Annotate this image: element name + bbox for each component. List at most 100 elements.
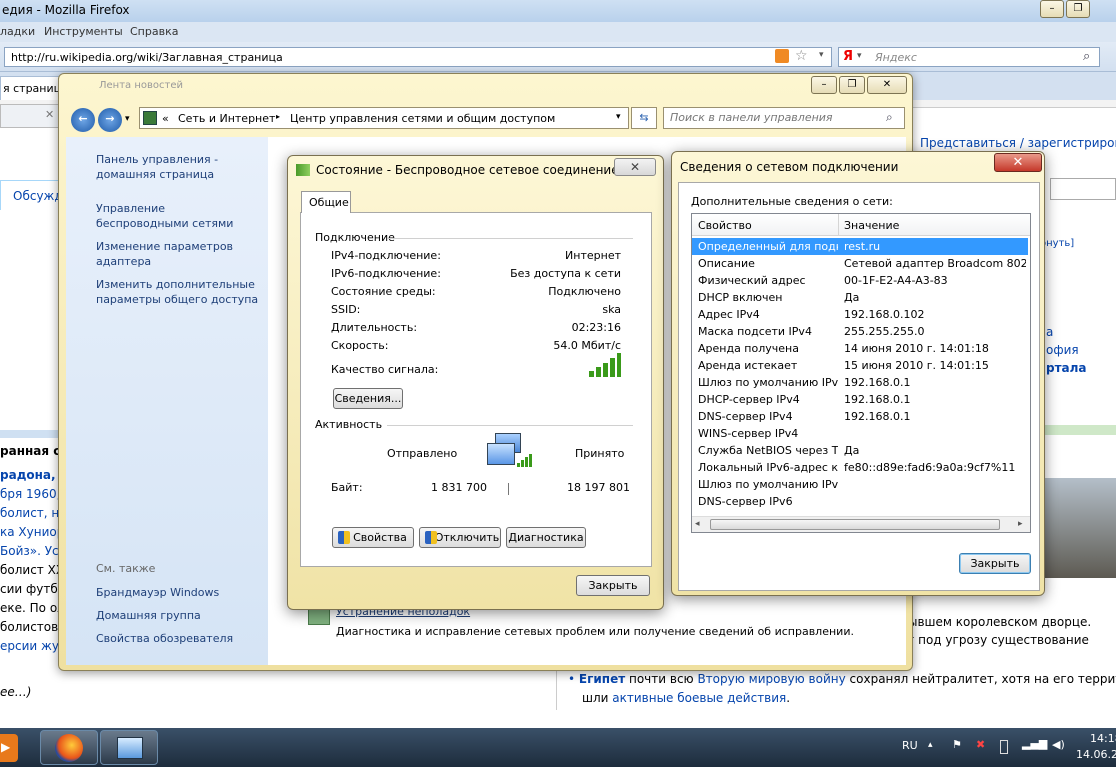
scroll-right-icon[interactable]: ▸	[1018, 519, 1023, 529]
breadcrumb-network-internet[interactable]: Сеть и Интернет	[178, 112, 275, 125]
col-property[interactable]: Свойство	[698, 219, 752, 232]
properties-button[interactable]: Свойства	[332, 527, 414, 548]
list-row[interactable]: Определенный для подк... rest.ru	[692, 238, 1028, 255]
back-icon[interactable]: ←	[71, 108, 95, 132]
discuss-tab[interactable]: Обсужд	[13, 189, 63, 203]
list-row[interactable]: Физический адрес 00-1F-E2-A4-A3-83	[692, 272, 1028, 289]
list-row[interactable]: Служба NetBIOS через Т... Да	[692, 442, 1028, 459]
clock-date[interactable]: 14.06.20	[1076, 748, 1116, 761]
left-line[interactable]: Бойз». Ус	[0, 544, 59, 558]
combat-link[interactable]: активные боевые действия	[612, 691, 786, 705]
tray-action-icon[interactable]: ✖	[976, 738, 985, 751]
ff-minimize-button[interactable]: –	[1040, 0, 1064, 18]
h-scrollbar[interactable]: ◂ ▸	[692, 516, 1030, 532]
cp-title: Лента новостей	[99, 80, 183, 91]
list-row[interactable]: DNS-сервер IPv6	[692, 493, 1028, 510]
language-indicator[interactable]: RU	[902, 739, 918, 752]
yandex-search-input[interactable]: Я ▾ Яндекс ⌕	[838, 47, 1100, 67]
list-row[interactable]: Аренда получена 14 июня 2010 г. 14:01:18	[692, 340, 1028, 357]
list-row[interactable]: Адрес IPv4 192.168.0.102	[692, 306, 1028, 323]
address-bar[interactable]: « Сеть и Интернет ▸ Центр управления сет…	[139, 107, 629, 129]
see-also-inet-options[interactable]: Свойства обозревателя	[96, 631, 233, 646]
list-row[interactable]: DNS-сервер IPv4 192.168.0.1	[692, 408, 1028, 425]
details-close-button[interactable]: Закрыть	[959, 553, 1031, 574]
menu-tools[interactable]: Инструменты	[44, 25, 123, 38]
menu-help[interactable]: Справка	[130, 25, 178, 38]
dropdown-icon[interactable]: ▾	[819, 50, 824, 60]
url-bar[interactable]: http://ru.wikipedia.org/wiki/Заглавная_с…	[4, 47, 832, 67]
ff-maximize-button[interactable]: ❐	[1066, 0, 1090, 18]
left-more[interactable]: ее…)	[0, 685, 31, 699]
list-row[interactable]: DHCP-сервер IPv4 192.168.0.1	[692, 391, 1028, 408]
cp-search-input[interactable]: Поиск в панели управления ⌕	[663, 107, 905, 129]
see-also-firewall[interactable]: Брандмауэр Windows	[96, 585, 219, 600]
row-value: Интернет	[565, 249, 621, 262]
play-icon: ▶	[1, 740, 11, 754]
scroll-thumb[interactable]	[710, 519, 1000, 530]
list-row[interactable]: DHCP включен Да	[692, 289, 1028, 306]
ww2-link[interactable]: Вторую мировую войну	[697, 672, 845, 686]
scroll-left-icon[interactable]: ◂	[695, 519, 700, 529]
sidebar-link-sharing[interactable]: Изменить дополнительные параметры общего…	[96, 277, 261, 307]
status-close-button[interactable]: Закрыть	[576, 575, 650, 596]
refresh-icon[interactable]: ⇆	[631, 107, 657, 129]
menu-bookmarks[interactable]: ладки	[0, 25, 35, 38]
list-row[interactable]: ОписаниеСетевой адаптер Broadcom 802,11g	[692, 255, 1028, 272]
battery-icon[interactable]	[1000, 740, 1008, 754]
status-close-x[interactable]: ✕	[614, 158, 656, 176]
sidebar-link-adapter[interactable]: Изменение параметров адаптера	[96, 239, 256, 269]
cp-search-icon[interactable]: ⌕	[886, 110, 893, 125]
right-link-c[interactable]: ртала	[1046, 361, 1087, 375]
col-value[interactable]: Значение	[844, 219, 899, 232]
address-dropdown-icon[interactable]: ▾	[616, 112, 621, 122]
volume-icon[interactable]: ◀)	[1052, 738, 1065, 751]
cp-maximize-button[interactable]: ❐	[839, 76, 865, 94]
taskbar-control-panel[interactable]	[100, 730, 158, 765]
list-row[interactable]: Маска подсети IPv4 255.255.255.0	[692, 323, 1028, 340]
breadcrumb-network-center[interactable]: Центр управления сетями и общим доступом	[290, 112, 555, 125]
left-line[interactable]: ерсии жур	[0, 639, 67, 653]
list-row[interactable]: Аренда истекает 15 июня 2010 г. 14:01:15	[692, 357, 1028, 374]
egypt-link[interactable]: Египет	[579, 672, 625, 686]
disable-button[interactable]: Отключить	[419, 527, 501, 548]
list-row[interactable]: Шлюз по умолчанию IPv4 192.168.0.1	[692, 374, 1028, 391]
breadcrumb-overflow[interactable]: «	[162, 112, 169, 125]
tray-flag-icon[interactable]: ⚑	[952, 738, 962, 751]
left-line[interactable]: болист, на	[0, 506, 67, 520]
sidebar-link-wireless[interactable]: Управление беспроводными сетями	[96, 201, 261, 231]
cp-minimize-button[interactable]: –	[811, 76, 837, 94]
tab-general[interactable]: Общие	[301, 191, 351, 213]
search-icon[interactable]: ⌕	[1083, 49, 1090, 64]
sidebar-link-home[interactable]: Панель управления - домашняя страница	[96, 152, 256, 182]
ff-tab-2[interactable]: ✕	[0, 104, 60, 128]
diagnose-button[interactable]: Диагностика	[506, 527, 586, 548]
left-line[interactable]: бря 1960,	[0, 487, 60, 501]
list-row[interactable]: Локальный IPv6-адрес к... fe80::d89e:fad6…	[692, 459, 1028, 476]
taskbar-firefox[interactable]	[40, 730, 98, 765]
rss-icon[interactable]	[775, 49, 789, 63]
right-link-a[interactable]: а	[1046, 325, 1053, 339]
tray-expand-icon[interactable]: ▴	[928, 740, 933, 750]
cp-close-button[interactable]: ✕	[867, 76, 907, 94]
wiki-tab[interactable]: я страниц	[0, 76, 64, 100]
start-button[interactable]: ▶	[0, 734, 18, 762]
engine-dropdown-icon[interactable]: ▾	[857, 51, 862, 61]
forward-icon[interactable]: →	[98, 108, 122, 132]
list-row[interactable]: WINS-сервер IPv4	[692, 425, 1028, 442]
clock-time[interactable]: 14:18	[1090, 732, 1116, 745]
right-link-frag[interactable]: онуть]	[1040, 238, 1074, 249]
network-tray-icon[interactable]: ▂▄▆	[1022, 737, 1047, 750]
see-also-homegroup[interactable]: Домашняя группа	[96, 608, 201, 623]
bytes-sent: 1 831 700	[431, 481, 487, 494]
list-row[interactable]: Шлюз по умолчанию IPv6	[692, 476, 1028, 493]
left-line[interactable]: ка Хуниор	[0, 525, 64, 539]
history-dropdown-icon[interactable]: ▾	[125, 114, 130, 124]
details-button[interactable]: Сведения...	[333, 388, 403, 409]
left-line: еке. По ол	[0, 601, 65, 615]
details-close-x[interactable]: ✕	[994, 153, 1042, 172]
login-link[interactable]: Представиться / зарегистрировать	[920, 136, 1116, 150]
breadcrumb-arrow-icon[interactable]: ▸	[276, 112, 280, 121]
star-icon[interactable]: ☆	[795, 48, 808, 64]
tab-close-icon[interactable]: ✕	[45, 108, 54, 121]
right-link-b[interactable]: офия	[1046, 343, 1079, 357]
